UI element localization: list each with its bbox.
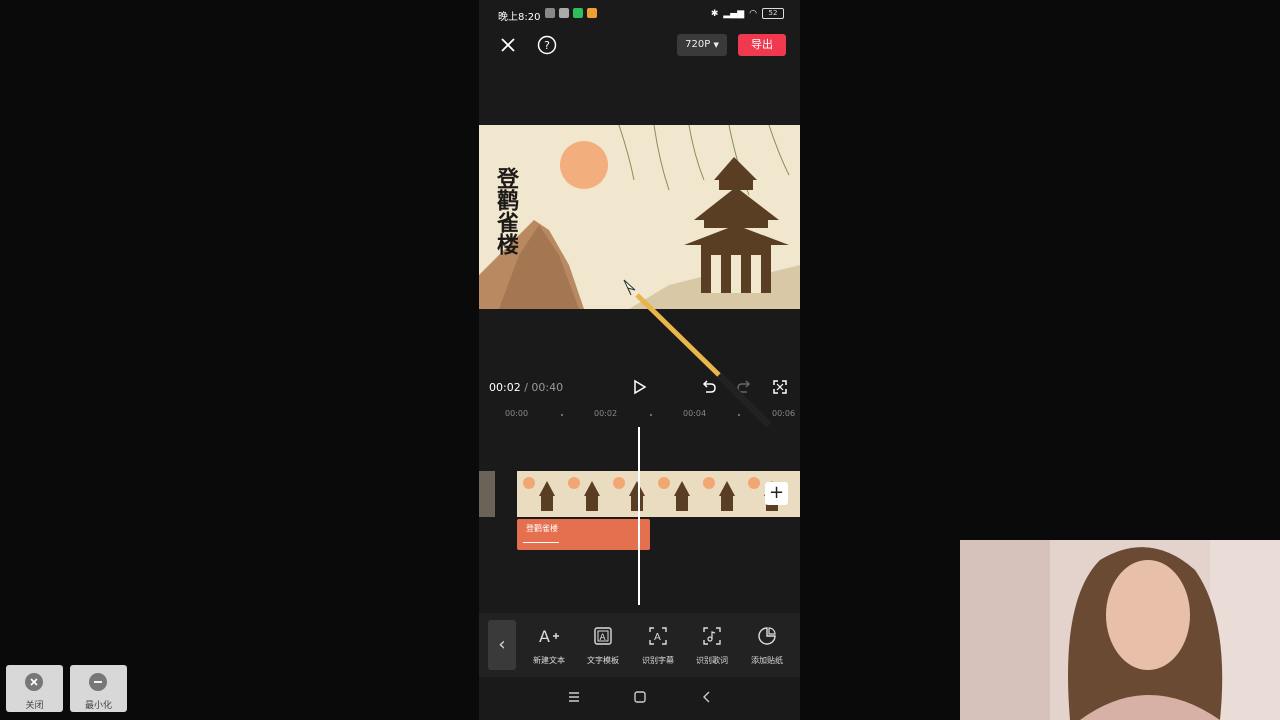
tool-recognize-lyrics[interactable]: 识别歌词 [688, 625, 736, 666]
clip-thumbnails [517, 471, 800, 517]
editor-topbar: ? 720P ▼ 导出 [479, 30, 800, 62]
add-clip-button[interactable]: + [765, 482, 788, 505]
status-bar: 晚上8:20 ✱ ▂▄▆ ◠ 52 [479, 0, 800, 30]
ruler-dot [561, 414, 563, 416]
timecode: 00:02 / 00:40 [489, 381, 563, 394]
signal-icon: ▂▄▆ [723, 8, 745, 19]
tool-label: 识别歌词 [696, 656, 728, 665]
back-nav-icon[interactable] [700, 690, 714, 704]
caret-down-icon: ▼ [713, 41, 719, 49]
playhead[interactable] [638, 427, 640, 605]
recognize-lyrics-icon [703, 627, 721, 645]
notification-icon [545, 8, 555, 18]
text-clip-label: 登鹳雀楼 [526, 524, 558, 533]
svg-text:?: ? [544, 39, 550, 52]
window-close-button[interactable]: 关闭 [6, 665, 63, 712]
tool-add-sticker[interactable]: 添加贴纸 [743, 625, 791, 666]
svg-text:A: A [654, 632, 661, 643]
timeline[interactable]: + 登鹳雀楼 [479, 423, 800, 613]
tool-label: 识别字幕 [642, 656, 674, 665]
battery-icon: 52 [762, 8, 784, 19]
text-clip-arrow [523, 542, 559, 543]
sticker-icon [758, 627, 776, 645]
bluetooth-icon: ✱ [710, 8, 719, 19]
recognize-subtitle-icon: A [649, 627, 667, 645]
text-toolbar: ‹ A 新建文本 A 文字模板 A 识别字幕 识别歌词 添加贴纸 [479, 613, 800, 677]
status-time: 晚上8:20 [498, 12, 541, 23]
text-template-icon: A [594, 627, 612, 645]
minimize-circle-icon [89, 673, 107, 691]
ruler-tick: 00:00 [505, 409, 529, 418]
stylus-pointer [623, 279, 772, 428]
resolution-label: 720P [685, 39, 711, 50]
tool-label: 添加贴纸 [751, 656, 783, 665]
close-label: 关闭 [25, 701, 44, 711]
back-button[interactable]: ‹ [488, 620, 516, 670]
home-icon[interactable] [633, 690, 647, 704]
time-separator: / [520, 381, 532, 394]
close-circle-icon [25, 673, 43, 691]
chevron-left-icon: ‹ [498, 634, 506, 655]
svg-text:A: A [539, 627, 550, 646]
notification-icons [545, 8, 597, 18]
previous-clip[interactable] [479, 471, 495, 517]
tool-label: 新建文本 [533, 656, 565, 665]
tool-recognize-subtitle[interactable]: A 识别字幕 [634, 625, 682, 666]
close-icon[interactable] [497, 34, 519, 56]
wifi-icon: ◠ [749, 8, 757, 19]
svg-text:A: A [600, 633, 607, 643]
poem-title: 登鹳雀楼 [493, 167, 520, 256]
webcam-overlay [960, 540, 1280, 720]
resolution-button[interactable]: 720P ▼ [677, 34, 727, 56]
ruler-tick: 00:02 [594, 409, 618, 418]
tool-text-template[interactable]: A 文字模板 [579, 625, 627, 666]
app-icon [587, 8, 597, 18]
current-time: 00:02 [489, 381, 521, 394]
menu-icon[interactable] [567, 690, 581, 704]
help-icon[interactable]: ? [536, 34, 558, 56]
video-clip[interactable] [517, 471, 800, 517]
minimize-label: 最小化 [84, 701, 112, 711]
alarm-icon [559, 8, 569, 18]
wechat-icon [573, 8, 583, 18]
phone-screen: 晚上8:20 ✱ ▂▄▆ ◠ 52 ? 720P ▼ 导出 登鹳雀楼 00:02… [479, 0, 800, 720]
status-right: ✱ ▂▄▆ ◠ 52 [711, 8, 784, 19]
window-minimize-button[interactable]: 最小化 [70, 665, 127, 712]
export-button[interactable]: 导出 [738, 34, 786, 56]
text-clip[interactable]: 登鹳雀楼 [517, 519, 650, 550]
presenter-video [960, 540, 1280, 720]
tool-label: 文字模板 [587, 656, 619, 665]
total-time: 00:40 [531, 381, 564, 394]
system-nav-bar [479, 677, 800, 720]
text-add-icon: A [539, 627, 559, 646]
tool-new-text[interactable]: A 新建文本 [525, 625, 573, 666]
